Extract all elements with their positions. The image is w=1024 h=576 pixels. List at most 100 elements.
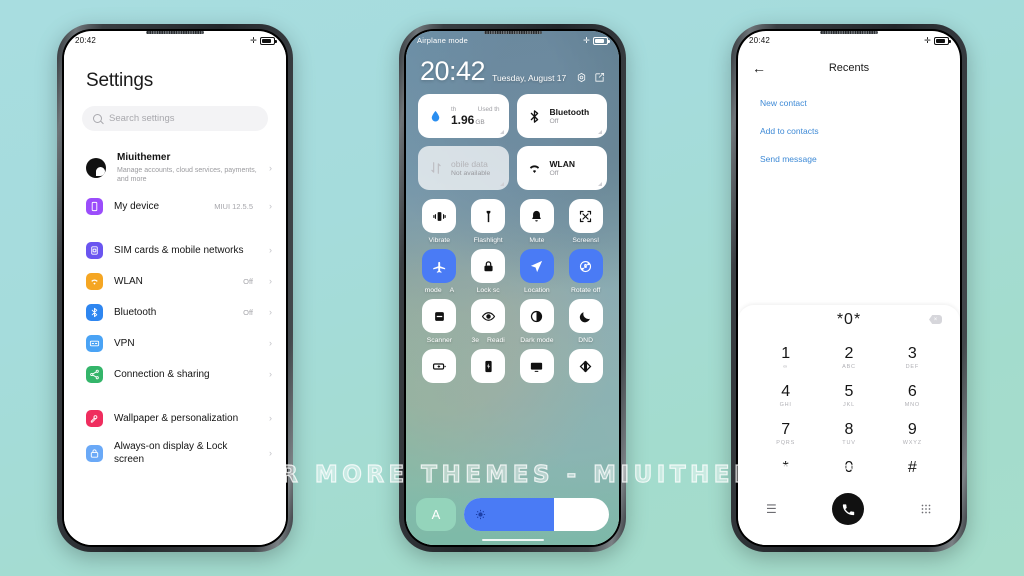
settings-row-vpn[interactable]: VPN › [64, 328, 286, 359]
toggle-flashlight[interactable]: Flashlight [465, 199, 512, 244]
dialpad-key-5[interactable]: 5 JKL [817, 377, 880, 415]
key-letters: GHI [779, 401, 792, 408]
toggle-icon-13[interactable] [465, 349, 512, 387]
airplane-icon: ✛ [924, 35, 931, 45]
dialpad-key-4[interactable]: 4 GHI [754, 377, 817, 415]
status-icons: ✛ [250, 36, 277, 45]
toggle-scanner[interactable]: Scanner [416, 299, 463, 344]
key-letters: ∞ [783, 363, 789, 370]
dialpad-keys: 1 ∞ 2 ABC 3 DEF 4 GHI 5 JKL 6 MNO 7 PQRS 8 TUV 9… [738, 335, 960, 491]
settings-row-title: WLAN [114, 275, 143, 287]
toggle-label: Lock sc [476, 287, 500, 294]
edit-icon[interactable] [594, 72, 605, 85]
cast-icon[interactable] [519, 349, 554, 383]
bell-icon[interactable] [519, 199, 554, 233]
contact-link-new-contact[interactable]: New contact [760, 89, 938, 117]
power-icon[interactable] [471, 349, 506, 383]
dialpad-key-6[interactable]: 6 MNO [881, 377, 944, 415]
rotate-lock-icon[interactable] [568, 249, 603, 283]
toggle-icon-15[interactable] [562, 349, 609, 387]
mid-screen: Airplane mode ✛ 20:42 Tuesday, August 17 [406, 31, 619, 545]
settings-row-wlan[interactable]: WLAN Off › [64, 266, 286, 297]
resize-corner-icon[interactable] [499, 130, 504, 134]
flashlight-icon[interactable] [471, 199, 506, 233]
earpiece-speaker-icon [483, 31, 542, 34]
brightness-slider[interactable] [464, 498, 609, 531]
toggle-screensl[interactable]: Screensl [562, 199, 609, 244]
settings-row-wallpaper-personalization[interactable]: Wallpaper & personalization › [64, 403, 286, 434]
mobile-data-card[interactable]: obile data Not available [418, 146, 509, 190]
toggle-vibrate[interactable]: Vibrate [416, 199, 463, 244]
settings-row-title: SIM cards & mobile networks [114, 244, 244, 256]
phone-mid-bezel: Airplane mode ✛ 20:42 Tuesday, August 17 [404, 29, 621, 547]
resize-corner-icon[interactable] [598, 130, 602, 134]
status-time: 20:42 [749, 36, 771, 45]
scanner-icon[interactable] [422, 299, 457, 333]
phone-call-icon[interactable] [832, 493, 865, 525]
wlan-card[interactable]: WLAN Off [516, 146, 607, 190]
toggle-dark-mode[interactable]: Dark mode [514, 299, 561, 344]
contrast-icon[interactable] [519, 299, 554, 333]
toggle-location[interactable]: Location [514, 249, 561, 294]
location-arrow-icon[interactable] [519, 249, 554, 283]
dialpad-key-9[interactable]: 9 WXYZ [881, 415, 944, 453]
theme-icon[interactable] [568, 349, 603, 383]
vibrate-icon[interactable] [422, 199, 457, 233]
dialpad-key-7[interactable]: 7 PQRS [754, 415, 817, 453]
dialpad-key-1[interactable]: 1 ∞ [754, 339, 817, 377]
toggle-mute[interactable]: Mute [514, 199, 561, 244]
resize-corner-icon[interactable] [499, 182, 504, 186]
toggle-rotate-off[interactable]: Rotate off [562, 249, 609, 294]
toggle-icon-14[interactable] [514, 349, 561, 387]
lock-icon[interactable] [471, 249, 506, 283]
toggle-icon-12[interactable] [416, 349, 463, 387]
screenshot-icon[interactable] [568, 199, 603, 233]
resize-corner-icon[interactable] [598, 182, 602, 186]
dialpad-key-2[interactable]: 2 ABC [817, 339, 880, 377]
settings-row-my-device[interactable]: My device MIUI 12.5.5 › [64, 191, 286, 222]
earpiece-speaker-icon [820, 31, 878, 34]
toggle-label: Rotate off [570, 287, 601, 294]
settings-row-bluetooth[interactable]: Bluetooth Off › [64, 297, 286, 328]
quick-toggles-grid: Vibrate Flashlight Mute Screensl mode A Lock … [406, 190, 619, 387]
settings-row-connection-sharing[interactable]: Connection & sharing › [64, 359, 286, 390]
contact-link-add-to-contacts[interactable]: Add to contacts [760, 117, 938, 145]
backspace-icon[interactable]: × [929, 315, 942, 324]
settings-row-sim-cards-mobile-networks[interactable]: SIM cards & mobile networks › [64, 235, 286, 266]
toggle-lock-sc[interactable]: Lock sc [465, 249, 512, 294]
dialpad-key-3[interactable]: 3 DEF [881, 339, 944, 377]
card-text: th Used th 1.96GB [451, 106, 500, 127]
moon-icon[interactable] [568, 299, 603, 333]
dialpad-key-star[interactable]: * [754, 453, 817, 491]
settings-row-text: SIM cards & mobile networks [114, 245, 258, 258]
auto-brightness-button[interactable]: A [416, 498, 456, 531]
data-usage-card[interactable]: th Used th 1.96GB [418, 94, 509, 138]
keypad-icon[interactable] [920, 503, 932, 515]
card-title: Bluetooth [549, 106, 590, 117]
settings-row-text: VPN [114, 338, 258, 351]
dialpad-key-0[interactable]: 0 [817, 453, 880, 491]
settings-row-always-on-display-lock-screen[interactable]: Always-on display & Lock screen › [64, 434, 286, 473]
toggle-3e[interactable]: 3e Readi [465, 299, 512, 344]
toggle-dnd[interactable]: DND [562, 299, 609, 344]
contact-link-send-message[interactable]: Send message [760, 145, 938, 173]
key-digit: 7 [781, 420, 791, 438]
search-input[interactable]: Search settings [82, 106, 268, 131]
toggle-mode[interactable]: mode A [416, 249, 463, 294]
eye-icon[interactable] [471, 299, 506, 333]
home-indicator[interactable] [481, 538, 544, 541]
menu-icon[interactable]: ☰ [766, 502, 777, 516]
card-title: obile data [451, 158, 488, 169]
wifi-icon [526, 160, 543, 177]
chevron-right-icon: › [269, 201, 272, 212]
airplane-icon[interactable] [422, 249, 457, 283]
key-digit: 8 [844, 420, 854, 438]
dialpad-key-8[interactable]: 8 TUV [817, 415, 880, 453]
settings-row-miuithemer[interactable]: Miuithemer Manage accounts, cloud service… [64, 145, 286, 191]
settings-row-text: Connection & sharing [114, 369, 258, 382]
battery-saver-icon[interactable] [422, 349, 457, 383]
bluetooth-card[interactable]: Bluetooth Off [516, 94, 607, 138]
dialpad-key-hash[interactable]: # [881, 453, 944, 491]
share-icon [86, 366, 103, 384]
settings-gear-icon[interactable] [576, 72, 587, 85]
